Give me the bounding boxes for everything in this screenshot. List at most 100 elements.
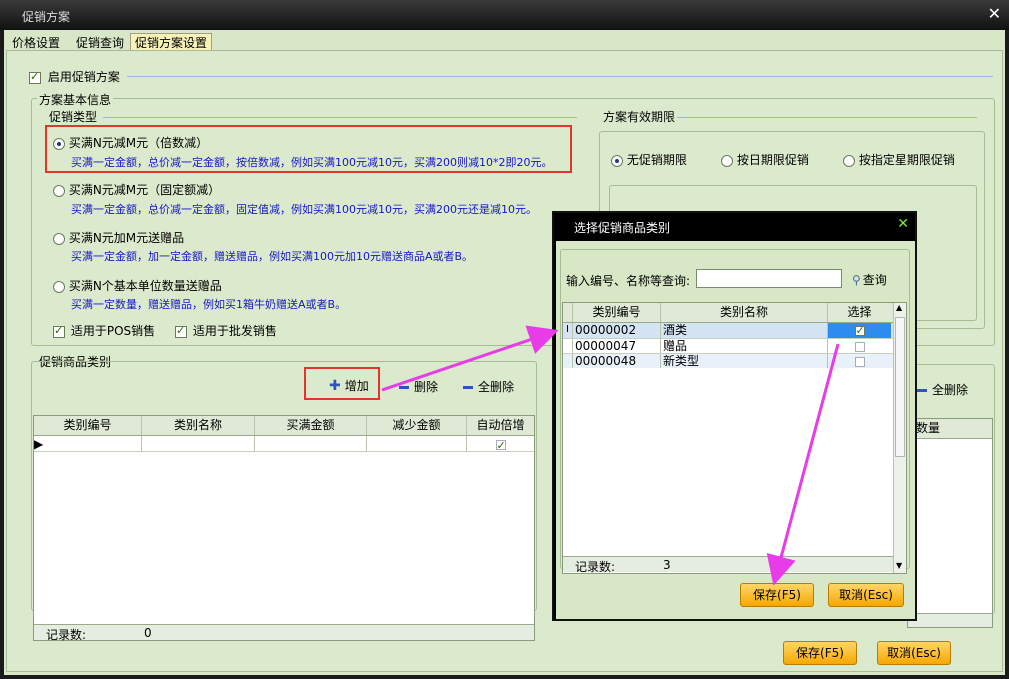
validity-radio-date[interactable]: 按日期限促销: [721, 151, 809, 168]
cancel-button[interactable]: 取消(Esc): [877, 641, 951, 665]
table-row[interactable]: ▶: [34, 436, 534, 454]
radio-icon: [53, 280, 65, 293]
grid-footer: 记录数: 3: [563, 556, 893, 574]
col-header[interactable]: 类别编号: [573, 303, 661, 322]
col-header[interactable]: 减少金额: [367, 416, 467, 435]
checkbox-icon: [175, 324, 187, 338]
divider: [677, 117, 977, 118]
col-header[interactable]: 类别名称: [661, 303, 828, 322]
add-button[interactable]: ✚ 增加: [329, 377, 369, 394]
delete-all-label: 全删除: [478, 380, 515, 394]
cell-name: 赠品: [661, 339, 828, 353]
row-pointer-icon: ▶: [34, 436, 142, 451]
divider: [103, 117, 577, 118]
row-cursor-icon: I: [563, 323, 573, 338]
col-header[interactable]: 类别名称: [142, 416, 255, 435]
auto-multiply-checkbox[interactable]: [467, 436, 534, 454]
cell[interactable]: [142, 436, 255, 451]
divider: [127, 76, 993, 77]
search-icon: ⚲: [852, 273, 861, 287]
promo-type-desc: 买满一定金额，总价减一定金额，固定值减，例如买满100元减10元，买满200元还…: [71, 203, 537, 216]
vertical-scrollbar[interactable]: ▲ ▼: [893, 303, 906, 573]
batch-sale-checkbox[interactable]: 适用于批发销售: [175, 322, 277, 339]
batch-sale-label: 适用于批发销售: [192, 324, 277, 338]
scroll-down-icon[interactable]: ▼: [896, 561, 902, 570]
row-indicator: [563, 354, 573, 368]
basic-info-title: 方案基本信息: [37, 91, 114, 108]
delete-all-button[interactable]: 全删除: [463, 378, 514, 395]
checkbox-icon: [29, 70, 41, 84]
gift-delete-all-button[interactable]: 全删除: [917, 381, 968, 398]
validity-label: 按日期限促销: [736, 153, 809, 167]
select-checkbox[interactable]: [828, 339, 891, 353]
promo-type-title: 促销类型: [47, 108, 100, 125]
pos-sale-checkbox[interactable]: 适用于POS销售: [53, 322, 155, 339]
promo-type-radio-gift-amount[interactable]: 买满N元加M元送赠品: [53, 229, 184, 246]
radio-icon: [53, 137, 65, 150]
pos-sale-label: 适用于POS销售: [70, 324, 156, 338]
search-button[interactable]: ⚲ 查询: [852, 271, 887, 288]
select-checkbox[interactable]: [828, 323, 891, 338]
cell-name: 新类型: [661, 354, 828, 368]
row-indicator: [563, 339, 573, 353]
checkbox-icon: [854, 356, 865, 367]
promo-type-radio-multiple[interactable]: 买满N元减M元（倍数减）: [53, 134, 208, 151]
checkbox-icon: [495, 438, 506, 454]
minus-icon: [399, 386, 409, 389]
table-row[interactable]: 00000047 赠品: [563, 338, 893, 353]
checkbox-icon: [854, 341, 865, 352]
search-input[interactable]: [696, 269, 842, 288]
grid-footer: [908, 613, 992, 627]
table-row[interactable]: I 00000002 酒类: [563, 323, 893, 338]
promo-type-label: 买满N元减M元（固定额减）: [68, 183, 221, 197]
col-header[interactable]: 自动倍增: [467, 416, 534, 435]
cell[interactable]: [255, 436, 367, 451]
grid-header: 赠送数量: [908, 419, 992, 439]
add-label: 增加: [344, 379, 369, 393]
validity-label: 无促销期限: [626, 153, 687, 167]
cell-code: 00000047: [573, 339, 661, 353]
col-header[interactable]: 类别编号: [34, 416, 142, 435]
search-button-label: 查询: [862, 273, 887, 287]
dialog-title: 选择促销商品类别: [574, 221, 671, 235]
dialog-grid: 类别编号 类别名称 选择 I 00000002 酒类 00000047 赠品 0…: [562, 302, 907, 574]
radio-icon: [53, 184, 65, 197]
record-count-label: 记录数:: [46, 628, 87, 642]
cell-name: 酒类: [661, 323, 828, 338]
dialog-save-button[interactable]: 保存(F5): [740, 583, 814, 607]
delete-label: 删除: [414, 380, 439, 394]
cell-code: 00000002: [573, 323, 661, 338]
table-row[interactable]: 00000048 新类型: [563, 353, 893, 368]
tab-strip: 价格设置 促销查询 促销方案设置: [8, 32, 308, 53]
delete-button[interactable]: 删除: [399, 378, 438, 395]
enable-promo-checkbox[interactable]: 启用促销方案: [29, 68, 120, 85]
checkbox-icon: [854, 324, 865, 338]
record-count-value: 3: [663, 558, 671, 572]
close-icon[interactable]: ✕: [988, 4, 1001, 23]
enable-promo-label: 启用促销方案: [47, 70, 120, 84]
save-button[interactable]: 保存(F5): [783, 641, 857, 665]
validity-label: 按指定星期限促销: [858, 153, 955, 167]
validity-title: 方案有效期限: [601, 108, 678, 125]
radio-icon: [843, 154, 855, 167]
cell-code: 00000048: [573, 354, 661, 368]
promo-type-radio-gift-quantity[interactable]: 买满N个基本单位数量送赠品: [53, 277, 222, 294]
col-header[interactable]: 买满金额: [255, 416, 367, 435]
category-grid: 类别编号 类别名称 买满金额 减少金额 自动倍增 ▶ 记录数: 0: [33, 415, 535, 642]
validity-radio-none[interactable]: 无促销期限: [611, 151, 687, 168]
grid-header: 类别编号 类别名称 选择: [563, 303, 893, 323]
gift-delete-all-label: 全删除: [932, 383, 969, 397]
dialog-body: 输入编号、名称等查询: ⚲ 查询 类别编号 类别名称 选择 I 00000002 …: [556, 241, 915, 619]
promo-type-label: 买满N个基本单位数量送赠品: [68, 279, 222, 293]
promo-type-radio-fixed[interactable]: 买满N元减M元（固定额减）: [53, 181, 220, 198]
minus-icon: [917, 389, 927, 392]
col-header[interactable]: 选择: [828, 303, 891, 322]
window-title: 促销方案: [22, 10, 71, 24]
scroll-up-icon[interactable]: ▲: [896, 303, 902, 312]
scrollbar-thumb[interactable]: [895, 317, 905, 457]
close-icon[interactable]: ✕: [897, 216, 909, 232]
dialog-cancel-button[interactable]: 取消(Esc): [828, 583, 904, 607]
validity-radio-week[interactable]: 按指定星期限促销: [843, 151, 955, 168]
select-checkbox[interactable]: [828, 354, 891, 368]
cell[interactable]: [367, 436, 467, 451]
